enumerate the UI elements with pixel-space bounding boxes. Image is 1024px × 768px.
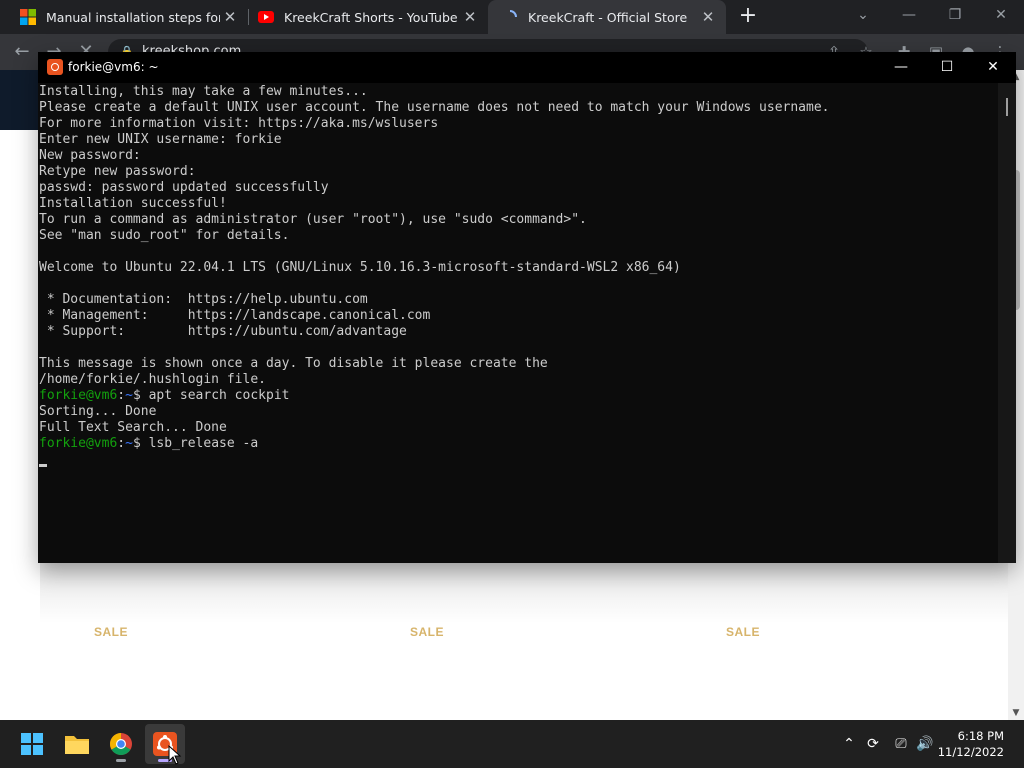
close-tab-icon[interactable]: ✕ [460,8,480,26]
prompt-symbol: $ [132,388,149,403]
youtube-icon [258,11,274,23]
terminal-line: Retype new password: [39,164,196,179]
sale-label: SALE [94,625,129,639]
terminal-line: Full Text Search... Done [39,420,227,435]
close-window-icon[interactable]: ✕ [978,0,1024,30]
terminal-line: See "man sudo_root" for details. [39,228,290,243]
new-tab-button[interactable]: + [736,4,760,28]
tab-search-icon[interactable]: ⌄ [840,0,886,30]
clock-time: 6:18 PM [957,729,1004,743]
terminal-close-icon[interactable]: ✕ [970,52,1016,83]
folder-icon [65,736,89,754]
clock-date: 11/12/2022 [937,745,1004,759]
terminal-line: passwd: password updated successfully [39,180,329,195]
windows-logo-icon [21,733,43,755]
chrome-icon [110,733,132,755]
chrome-taskbar-button[interactable] [101,724,141,764]
tab-title: KreekCraft Shorts - YouTube [284,9,458,25]
terminal-window[interactable]: forkie@vm6: ~ — ☐ ✕ Installing, this may… [38,52,1016,563]
windows-taskbar: ⌃ ⟳ ⎚ 🔊 6:18 PM 11/12/2022 [0,720,1024,768]
browser-tab-kreekcraft-store[interactable]: KreekCraft - Official Store ✕ [488,0,726,34]
terminal-line: Please create a default UNIX user accoun… [39,100,830,115]
tab-title: Manual installation steps for olde [46,9,220,25]
page-header-banner [0,70,40,130]
terminal-line: This message is shown once a day. To dis… [39,356,548,371]
terminal-command: lsb_release -a [148,436,259,451]
prompt-path: ~ [125,436,133,451]
terminal-line: Installing, this may take a few minutes.… [39,84,368,99]
prompt-user: forkie@vm6 [39,436,118,451]
terminal-output[interactable]: Installing, this may take a few minutes.… [38,83,998,563]
loading-icon [509,10,517,18]
terminal-line: New password: [39,148,141,163]
terminal-line: * Support: https://ubuntu.com/advantage [39,324,407,339]
terminal-title: forkie@vm6: ~ [68,60,159,74]
microsoft-icon [20,9,36,25]
terminal-title-bar[interactable]: forkie@vm6: ~ — ☐ ✕ [38,52,1016,83]
terminal-maximize-icon[interactable]: ☐ [924,52,970,83]
prompt-path: ~ [125,388,133,403]
prompt-user: forkie@vm6 [39,388,118,403]
browser-tab-bar: Manual installation steps for olde ✕ Kre… [0,0,1024,34]
terminal-line: * Documentation: https://help.ubuntu.com [39,292,368,307]
file-explorer-button[interactable] [57,724,97,764]
terminal-line: For more information visit: https://aka.… [39,116,439,131]
terminal-command: apt search cockpit [148,388,290,403]
sync-icon[interactable]: ⟳ [862,720,884,768]
terminal-line: forkie@vm6:~$ lsb_release -a [39,436,830,452]
prompt-separator: : [117,436,126,451]
terminal-line: Installation successful! [39,196,227,211]
terminal-line: /home/forkie/.hushlogin file. [39,372,266,387]
minimize-icon[interactable]: — [886,0,932,30]
terminal-lines: Installing, this may take a few minutes.… [39,84,830,468]
terminal-cursor-line [39,452,830,468]
mouse-pointer-icon [168,745,182,765]
volume-icon[interactable]: 🔊 [914,720,936,768]
ubuntu-icon [47,59,63,75]
running-indicator [116,759,126,762]
terminal-line: * Management: https://landscape.canonica… [39,308,431,323]
scroll-down-arrow-icon[interactable]: ▼ [1008,708,1024,718]
close-tab-icon[interactable]: ✕ [220,8,240,26]
back-arrow-icon[interactable]: ← [10,40,34,64]
terminal-line: Welcome to Ubuntu 22.04.1 LTS (GNU/Linux… [39,260,681,275]
terminal-minimize-icon[interactable]: — [878,52,924,83]
chevron-up-icon[interactable]: ⌃ [838,720,860,768]
terminal-line: forkie@vm6:~$ apt search cockpit [39,388,830,404]
terminal-line: To run a command as administrator (user … [39,212,587,227]
window-shadow [40,563,1015,623]
prompt-symbol: $ [132,436,149,451]
browser-tab-manual-installation[interactable]: Manual installation steps for olde ✕ [0,0,248,34]
terminal-scroll-thumb[interactable] [1006,98,1008,116]
network-icon[interactable]: ⎚ [890,720,912,768]
terminal-scrollbar[interactable] [998,83,1016,563]
close-tab-icon[interactable]: ✕ [698,8,718,26]
sale-label: SALE [410,625,445,639]
system-clock[interactable]: 6:18 PM 11/12/2022 [934,728,1004,760]
start-button[interactable] [12,724,52,764]
sale-label: SALE [726,625,761,639]
restore-icon[interactable]: ❐ [932,0,978,30]
terminal-line: Sorting... Done [39,404,157,419]
browser-tab-youtube[interactable]: KreekCraft Shorts - YouTube ✕ [248,0,488,34]
text-cursor [39,464,47,467]
terminal-line: Enter new UNIX username: forkie [39,132,282,147]
tab-title: KreekCraft - Official Store [528,9,688,25]
prompt-separator: : [117,388,126,403]
